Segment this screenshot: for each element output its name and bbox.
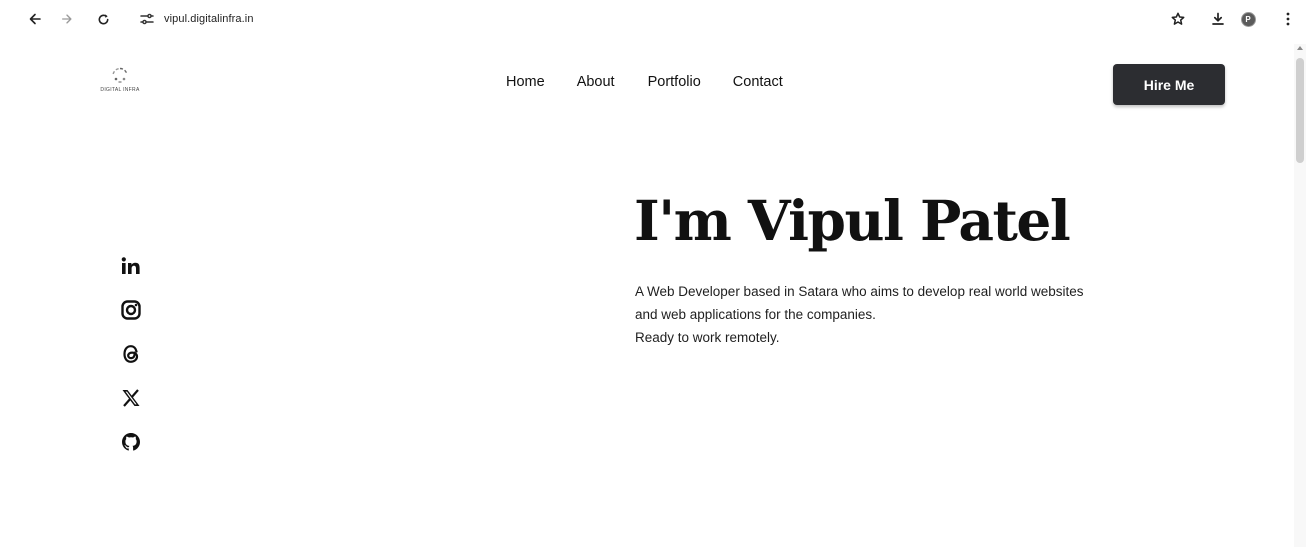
hero-line-2: and web applications for the companies.	[635, 307, 876, 322]
hero-title: I'm Vipul Patel	[634, 188, 1071, 253]
nav-link-about[interactable]: About	[577, 74, 615, 90]
scroll-up-arrow-icon[interactable]	[1297, 46, 1303, 50]
hero-line-3: Ready to work remotely.	[635, 330, 780, 345]
x-twitter-icon[interactable]	[119, 386, 143, 410]
kebab-menu-icon[interactable]	[1277, 8, 1299, 30]
profile-initial: P	[1240, 11, 1256, 27]
scroll-thumb[interactable]	[1296, 58, 1304, 163]
profile-avatar[interactable]: P	[1237, 8, 1259, 30]
github-icon[interactable]	[119, 430, 143, 454]
hero-line-1: A Web Developer based in Satara who aims…	[635, 284, 1084, 299]
logo-text: DIGITAL INFRA	[100, 87, 140, 93]
site-settings-icon[interactable]	[140, 13, 154, 25]
instagram-icon[interactable]	[119, 298, 143, 322]
main-nav: Home About Portfolio Contact	[506, 74, 783, 90]
nav-link-contact[interactable]: Contact	[733, 74, 783, 90]
logo-mark-icon	[112, 67, 128, 83]
site-logo[interactable]: DIGITAL INFRA	[88, 67, 152, 97]
forward-arrow-icon[interactable]	[56, 8, 78, 30]
reload-icon[interactable]	[92, 8, 114, 30]
browser-toolbar: vipul.digitalinfra.in P	[0, 0, 1306, 38]
hire-me-button[interactable]: Hire Me	[1113, 64, 1225, 105]
page: vipul.digitalinfra.in P DIGITAL INFRA Ho…	[0, 0, 1306, 547]
address-bar[interactable]: vipul.digitalinfra.in	[140, 8, 254, 30]
hero-description: A Web Developer based in Satara who aims…	[635, 280, 1215, 349]
download-icon[interactable]	[1207, 8, 1229, 30]
linkedin-icon[interactable]	[119, 254, 143, 278]
nav-link-home[interactable]: Home	[506, 74, 545, 90]
threads-icon[interactable]	[119, 342, 143, 366]
nav-link-portfolio[interactable]: Portfolio	[648, 74, 701, 90]
vertical-scrollbar[interactable]	[1294, 44, 1306, 547]
url-text[interactable]: vipul.digitalinfra.in	[164, 13, 254, 25]
star-icon[interactable]	[1167, 8, 1189, 30]
back-arrow-icon[interactable]	[24, 8, 46, 30]
